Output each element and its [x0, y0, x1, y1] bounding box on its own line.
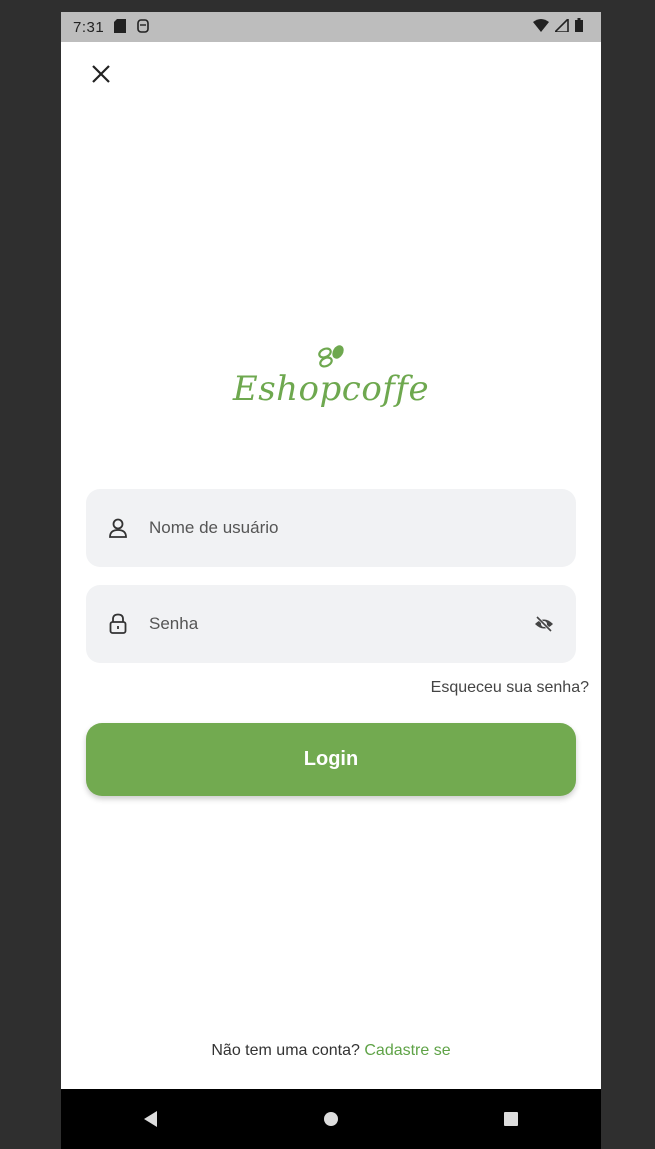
password-field[interactable]: [86, 585, 576, 663]
app-screen: 7:31 Eshopcoffe Nome de usuário Esqueceu…: [61, 12, 601, 1149]
login-button[interactable]: Login: [86, 723, 576, 796]
wifi-icon: [533, 18, 549, 36]
home-icon: [324, 1112, 338, 1126]
home-button[interactable]: [311, 1099, 351, 1139]
coffee-beans-icon: [318, 345, 344, 368]
signal-icon: [553, 16, 569, 36]
password-input[interactable]: [147, 603, 530, 645]
logo-text: Eshopcoffe: [232, 369, 430, 409]
app-logo: Eshopcoffe: [61, 345, 601, 409]
recents-icon: [504, 1112, 518, 1126]
username-field[interactable]: [86, 489, 576, 567]
user-icon: [106, 516, 130, 540]
system-nav-bar: [61, 1089, 601, 1149]
password-visibility-toggle[interactable]: [530, 610, 558, 638]
signup-link[interactable]: Cadastre se: [364, 1042, 450, 1059]
status-bar: 7:31: [61, 12, 601, 42]
battery-icon: [575, 18, 583, 36]
close-button[interactable]: [85, 58, 117, 90]
eye-off-icon: [535, 615, 553, 633]
signup-prompt: Não tem uma conta? Cadastre se: [61, 1042, 601, 1060]
alarm-icon: [136, 18, 150, 36]
sd-card-icon: [114, 18, 127, 36]
lock-icon: [106, 612, 130, 636]
close-icon: [92, 65, 110, 83]
forgot-password-link[interactable]: Esqueceu sua senha?: [431, 679, 589, 697]
back-button[interactable]: [131, 1099, 171, 1139]
status-right-icons: [533, 16, 583, 36]
recents-button[interactable]: [491, 1099, 531, 1139]
signup-prompt-text: Não tem uma conta?: [211, 1042, 360, 1059]
status-time: 7:31: [73, 18, 105, 36]
back-icon: [144, 1111, 157, 1127]
username-input[interactable]: [147, 507, 576, 549]
